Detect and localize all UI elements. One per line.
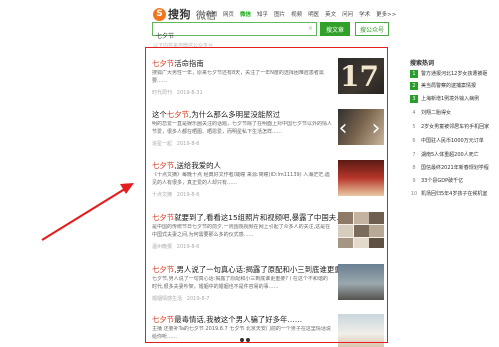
hot-search-title: 搜索热词 [410, 60, 435, 67]
top-nav: 新闻 网页 微信 知乎 图片 视频 明医 英文 问问 学术 更多>> [206, 10, 402, 18]
hot-search-panel: 搜索热词 1 警方通报河北12岁女孩遭被砸 2 美当局警察的逮捕案情报 3 上海新增1… [404, 54, 499, 204]
nav-wenwen[interactable]: 问问 [342, 10, 353, 18]
clear-icon[interactable]: × [308, 25, 313, 32]
page-indicator [210, 338, 290, 344]
nav-medical[interactable]: 明医 [308, 10, 319, 18]
nav-academic[interactable]: 学术 [359, 10, 370, 18]
page: S 搜狗 微信 新闻 网页 微信 知乎 图片 视频 明医 英文 问问 学术 更多… [0, 0, 499, 347]
hot-search-item[interactable]: 3 上海新增1例境外输入病例 [410, 95, 499, 104]
hot-search-item[interactable]: 5 2岁女男童被邻居车钓手机回家 [410, 123, 499, 132]
indicator-dot[interactable] [246, 338, 250, 342]
nav-zhihu[interactable]: 知乎 [257, 10, 268, 18]
nav-images[interactable]: 图片 [274, 10, 285, 18]
hot-search-item[interactable]: 6 中国驻人民币1000万元订单 [410, 137, 499, 146]
nav-english[interactable]: 英文 [325, 10, 336, 18]
indicator-dot[interactable] [240, 338, 244, 342]
search-articles-button[interactable]: 搜文章 [320, 22, 350, 36]
annotation-highlight-box [145, 47, 388, 343]
sogou-logo-icon: S [153, 7, 166, 21]
search-input[interactable] [153, 29, 303, 42]
hot-search-item[interactable]: 10 机场回归5年4岁孩子在候机室 [410, 190, 499, 199]
nav-web[interactable]: 网页 [223, 10, 234, 18]
nav-weixin[interactable]: 微信 [240, 10, 251, 18]
search-box: × [152, 22, 317, 42]
hot-search-item[interactable]: 8 国信最终2021年新春规划学程 [410, 164, 499, 173]
nav-news[interactable]: 新闻 [206, 10, 217, 18]
hot-search-item[interactable]: 9 33个县GDP破千亿 [410, 177, 499, 186]
brand-name: 搜狗 [168, 8, 191, 21]
hot-search-item[interactable]: 7 湖南5人体重超200人死亡 [410, 151, 499, 160]
nav-more[interactable]: 更多>> [376, 10, 396, 18]
hot-search-item[interactable]: 2 美当局警察的逮捕案情报 [410, 82, 499, 91]
hot-search-item[interactable]: 4 刘翔二胎得女 [410, 109, 499, 118]
nav-video[interactable]: 视频 [291, 10, 302, 18]
hot-search-item[interactable]: 1 警方通报河北12岁女孩遭被砸 [410, 70, 499, 79]
search-accounts-button[interactable]: 搜公众号 [355, 22, 389, 36]
